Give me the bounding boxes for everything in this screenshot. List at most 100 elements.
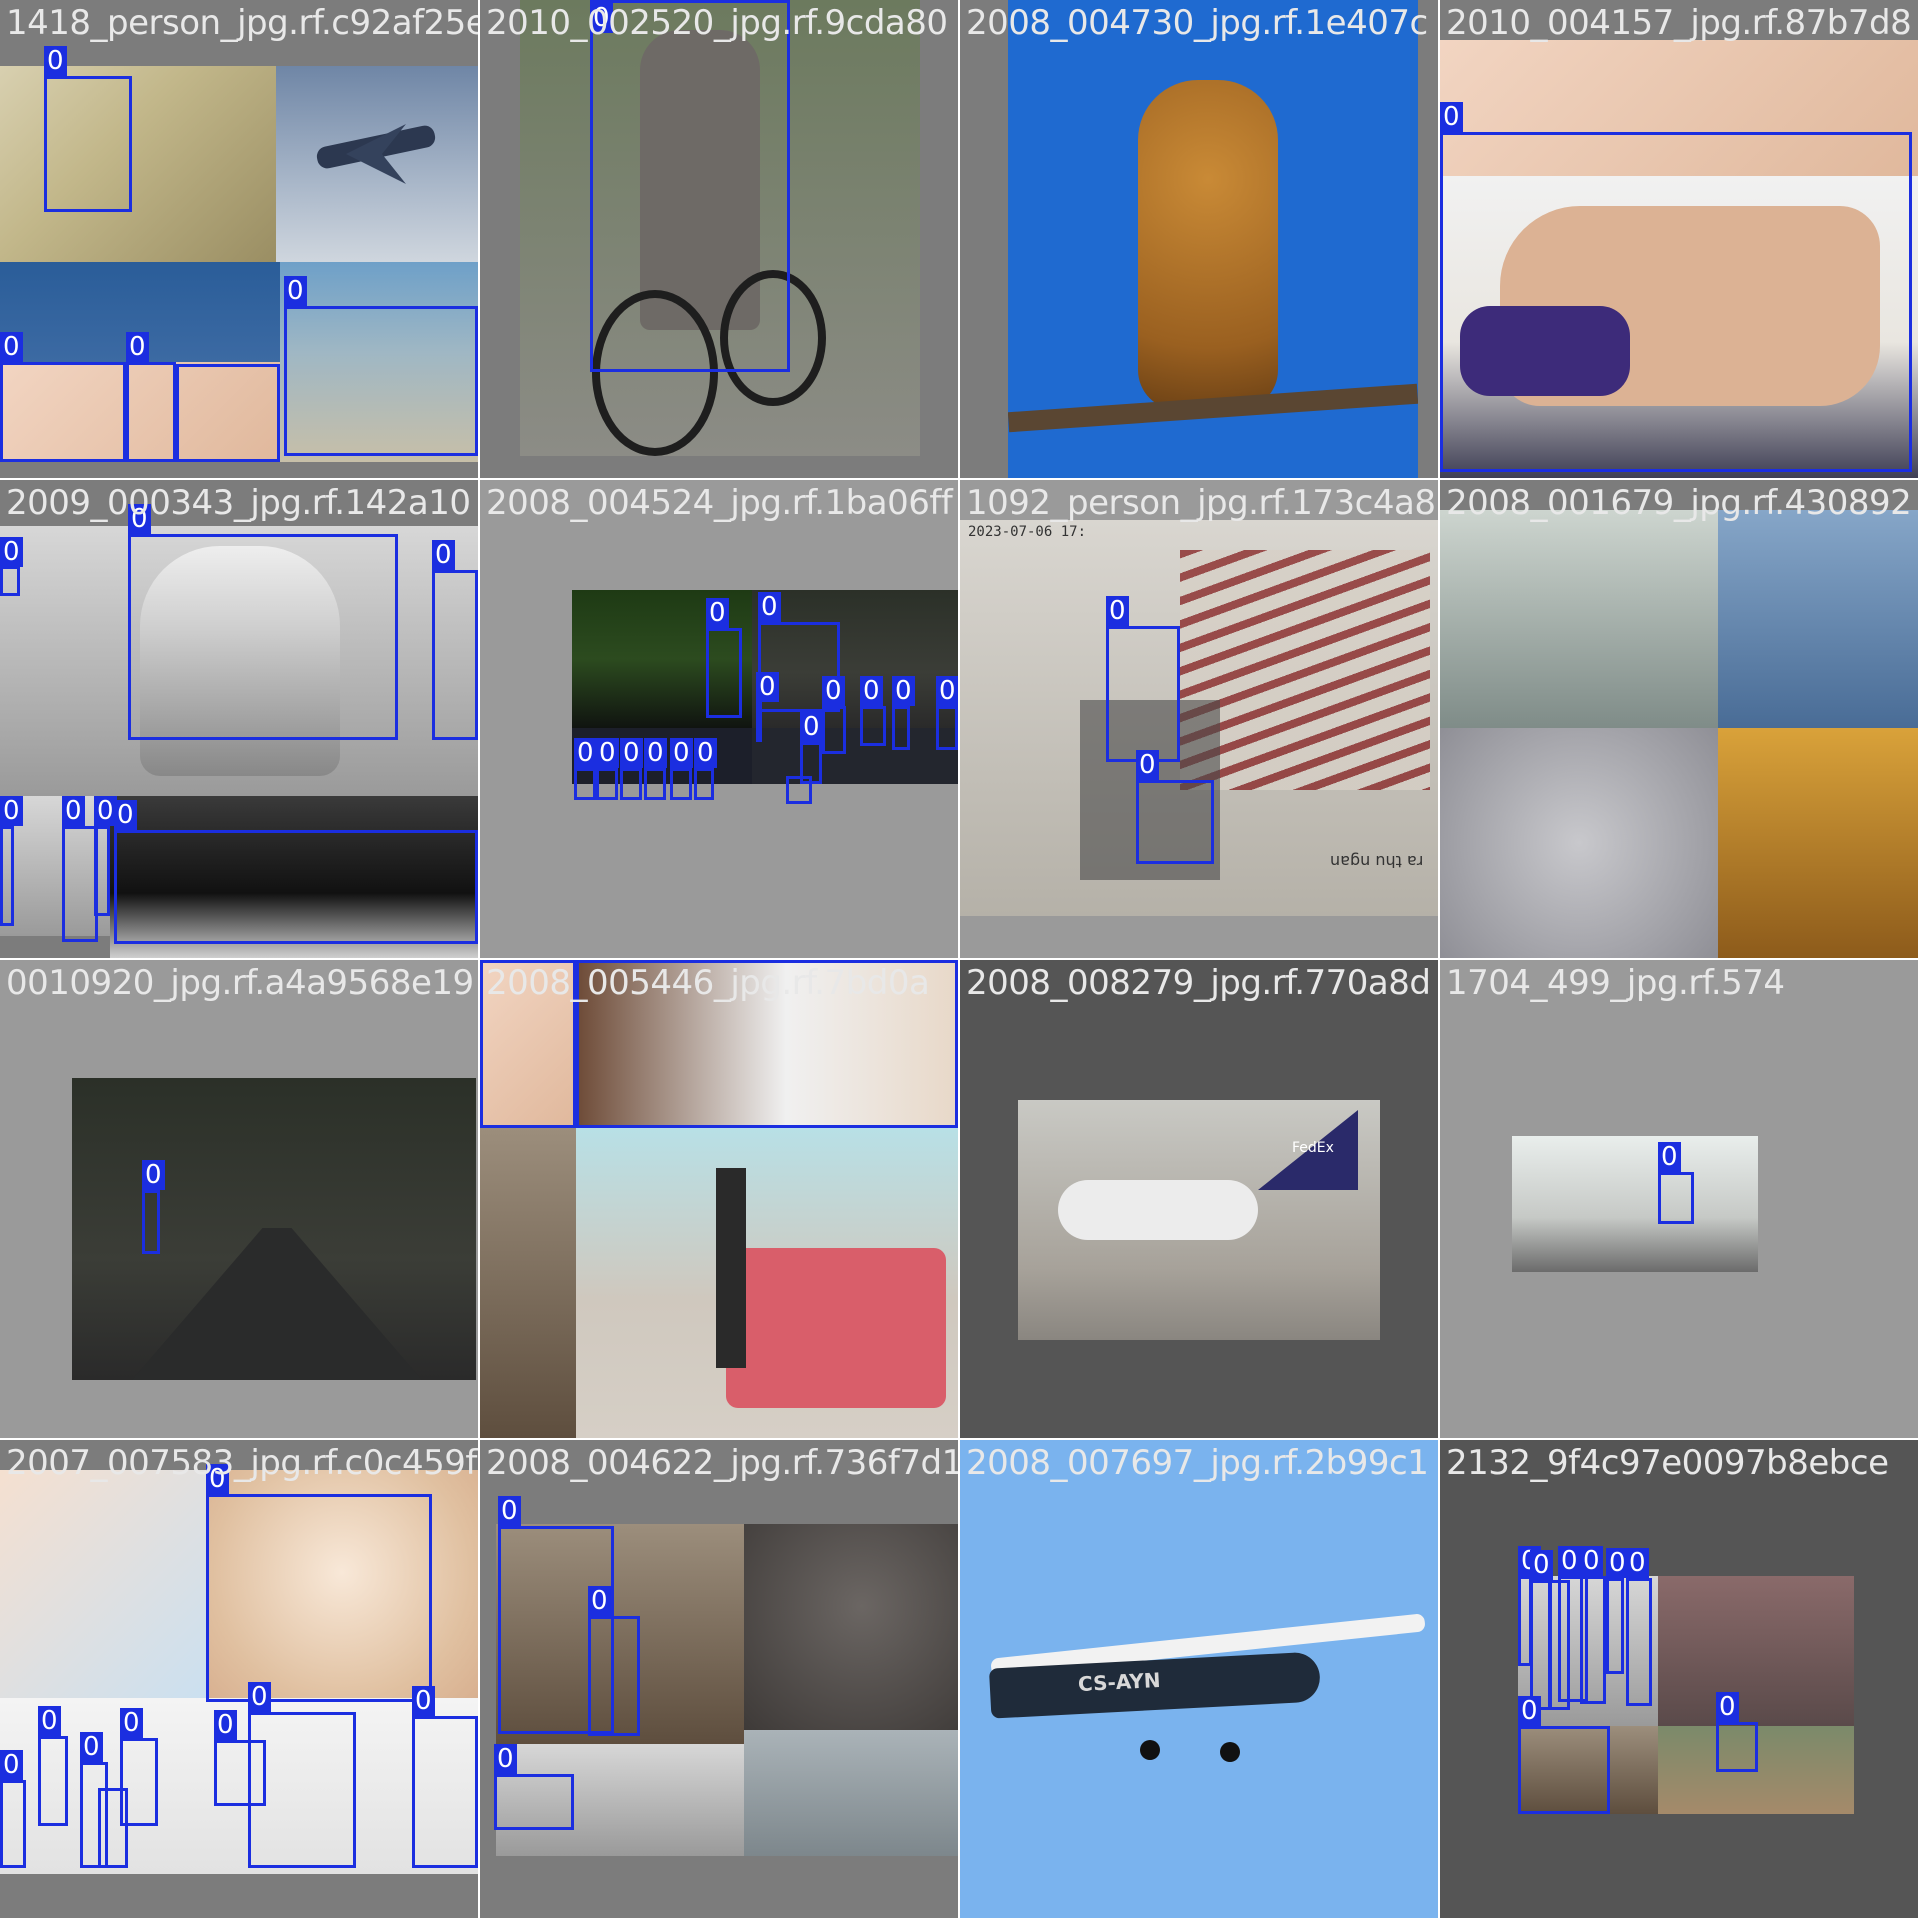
- tile-12-hallway-photo: [1512, 1136, 1758, 1272]
- bbox-label: 0: [860, 676, 883, 706]
- tile-title: 2008_004622_jpg.rf.736f7d1: [486, 1443, 958, 1483]
- bbox: [176, 364, 280, 462]
- road-shape: [132, 1228, 422, 1380]
- bbox-label: 0: [892, 676, 915, 706]
- bbox: 0: [62, 796, 98, 942]
- bbox: 0: [596, 738, 619, 800]
- tile-4: 2010_004157_jpg.rf.87b7d8 0: [1440, 0, 1918, 478]
- bbox-label: 0: [248, 1682, 271, 1712]
- bbox-label: 0: [800, 712, 823, 742]
- bbox: 0: [1518, 1696, 1610, 1814]
- bbox: 0: [0, 1750, 26, 1868]
- tile-8-cat-photo: [1440, 728, 1718, 958]
- bbox: 0: [1106, 596, 1180, 762]
- bbox-label: 0: [670, 738, 693, 768]
- tile-title: 2008_008279_jpg.rf.770a8d: [966, 963, 1431, 1003]
- tile-15: CS-AYN 2008_007697_jpg.rf.2b99c1: [960, 1440, 1438, 1918]
- tile-8: 2008_001679_jpg.rf.430892: [1440, 480, 1918, 958]
- bbox: 0: [0, 796, 23, 926]
- airplane-wing-shape: [346, 124, 406, 184]
- bbox: 0: [142, 1160, 165, 1254]
- bbox: 0: [1440, 102, 1912, 472]
- tile-8-sea-photo: [1718, 510, 1918, 728]
- bbox: 0: [126, 332, 176, 462]
- bbox: 0: [822, 676, 846, 754]
- bbox: 0: [706, 598, 742, 718]
- tile-1-store-photo: [0, 66, 276, 262]
- tile-title: 2007_007583_jpg.rf.c0c459f: [6, 1443, 477, 1483]
- bbox: 0: [892, 676, 915, 750]
- wheel-shape: [1140, 1740, 1160, 1760]
- bbox: 0: [44, 46, 132, 212]
- tile-7: 2023-07-06 17: ra thu ngan 1092_person_j…: [960, 480, 1438, 958]
- bbox-label: 0: [0, 796, 23, 826]
- tile-13-baby-photo: [0, 1470, 206, 1698]
- bbox: 0: [1580, 1546, 1606, 1704]
- bbox: 0: [574, 738, 597, 800]
- bbox-label: 0: [62, 796, 85, 826]
- bbox-label: 0: [0, 332, 23, 362]
- forklift-mast-shape: [716, 1168, 746, 1368]
- mosaic-grid: 1418_person_jpg.rf.c92af25e00e2e02c0b6 0…: [0, 0, 1920, 1920]
- forklift-shape: [726, 1248, 946, 1408]
- bbox-label: 0: [644, 738, 667, 768]
- bbox: 0: [1626, 1548, 1652, 1706]
- bbox-label: 0: [576, 960, 599, 961]
- bbox-label: 0: [0, 1750, 23, 1780]
- bbox-label: 0: [1518, 1696, 1541, 1726]
- bbox-label: 0: [432, 540, 455, 570]
- bbox-label: 0: [756, 672, 779, 702]
- tile-title: 1418_person_jpg.rf.c92af25e00e2e02c0b6: [6, 3, 478, 43]
- bbox: 0: [248, 1682, 356, 1868]
- bbox: [786, 776, 812, 804]
- bbox-label: 0: [822, 676, 845, 706]
- bbox: 0: [756, 672, 779, 742]
- bbox: 0: [412, 1686, 478, 1868]
- bbox: 0: [0, 537, 23, 596]
- bbox-label: 0: [480, 960, 503, 961]
- bbox: 0: [114, 800, 478, 944]
- bbox-label: 0: [936, 676, 958, 706]
- bbox-label: 0: [0, 537, 23, 567]
- bbox-label: 0: [1106, 596, 1129, 626]
- bbox: 0: [936, 676, 958, 750]
- bbox: 0: [694, 738, 717, 800]
- fedex-text: FedEx: [1292, 1140, 1334, 1156]
- bbox-label: 0: [44, 46, 67, 76]
- bbox: 0: [284, 276, 478, 456]
- bbox: 0: [1658, 1142, 1694, 1224]
- tile-1: 1418_person_jpg.rf.c92af25e00e2e02c0b6 0…: [0, 0, 478, 478]
- tile-9: 0010920_jpg.rf.a4a9568e19 0: [0, 960, 478, 1438]
- bbox: 0: [590, 0, 790, 372]
- tile-14-sea-photo: [744, 1730, 958, 1856]
- tile-2: 2010_002520_jpg.rf.9cda80 0: [480, 0, 958, 478]
- bbox: 0: [644, 738, 667, 800]
- tile-title: 1092_person_jpg.rf.173c4a8: [966, 483, 1436, 523]
- bbox-label: 0: [284, 276, 307, 306]
- tile-13: 2007_007583_jpg.rf.c0c459f 0 0 0 0 0 0 0…: [0, 1440, 478, 1918]
- tile-title: 2008_004524_jpg.rf.1ba06ff: [486, 483, 953, 523]
- bbox: 0: [0, 332, 126, 462]
- bbox-label: 0: [1580, 1546, 1603, 1576]
- tile-title: 2010_002520_jpg.rf.9cda80: [486, 3, 948, 43]
- tile-10-doorway-photo: [480, 1128, 576, 1438]
- tile-title: 2009_000343_jpg.rf.142a10: [6, 483, 471, 523]
- bbox-label: 0: [574, 738, 597, 768]
- bbox: 0: [38, 1706, 68, 1826]
- bbox: 0: [128, 504, 398, 740]
- prop-plane-shape: [1058, 1180, 1258, 1240]
- bbox-label: 0: [1626, 1548, 1649, 1578]
- tile-5: 2009_000343_jpg.rf.142a10 0 0 0 0 0 0 0: [0, 480, 478, 958]
- tile-3: 2008_004730_jpg.rf.1e407c: [960, 0, 1438, 478]
- wheel-shape: [1220, 1742, 1240, 1762]
- tile-3-hawk-photo: [1008, 0, 1418, 478]
- timestamp-text: 2023-07-06 17:: [968, 524, 1087, 540]
- bbox: 0: [94, 796, 117, 916]
- bbox-label: 0: [214, 1710, 237, 1740]
- bbox-label: 0: [114, 800, 137, 830]
- bbox: 0: [1136, 750, 1214, 864]
- bbox-label: 0: [1136, 750, 1159, 780]
- tile-title: 2010_004157_jpg.rf.87b7d8: [1446, 3, 1912, 43]
- tile-title: 1704_499_jpg.rf.574: [1446, 963, 1785, 1003]
- bbox-label: 0: [694, 738, 717, 768]
